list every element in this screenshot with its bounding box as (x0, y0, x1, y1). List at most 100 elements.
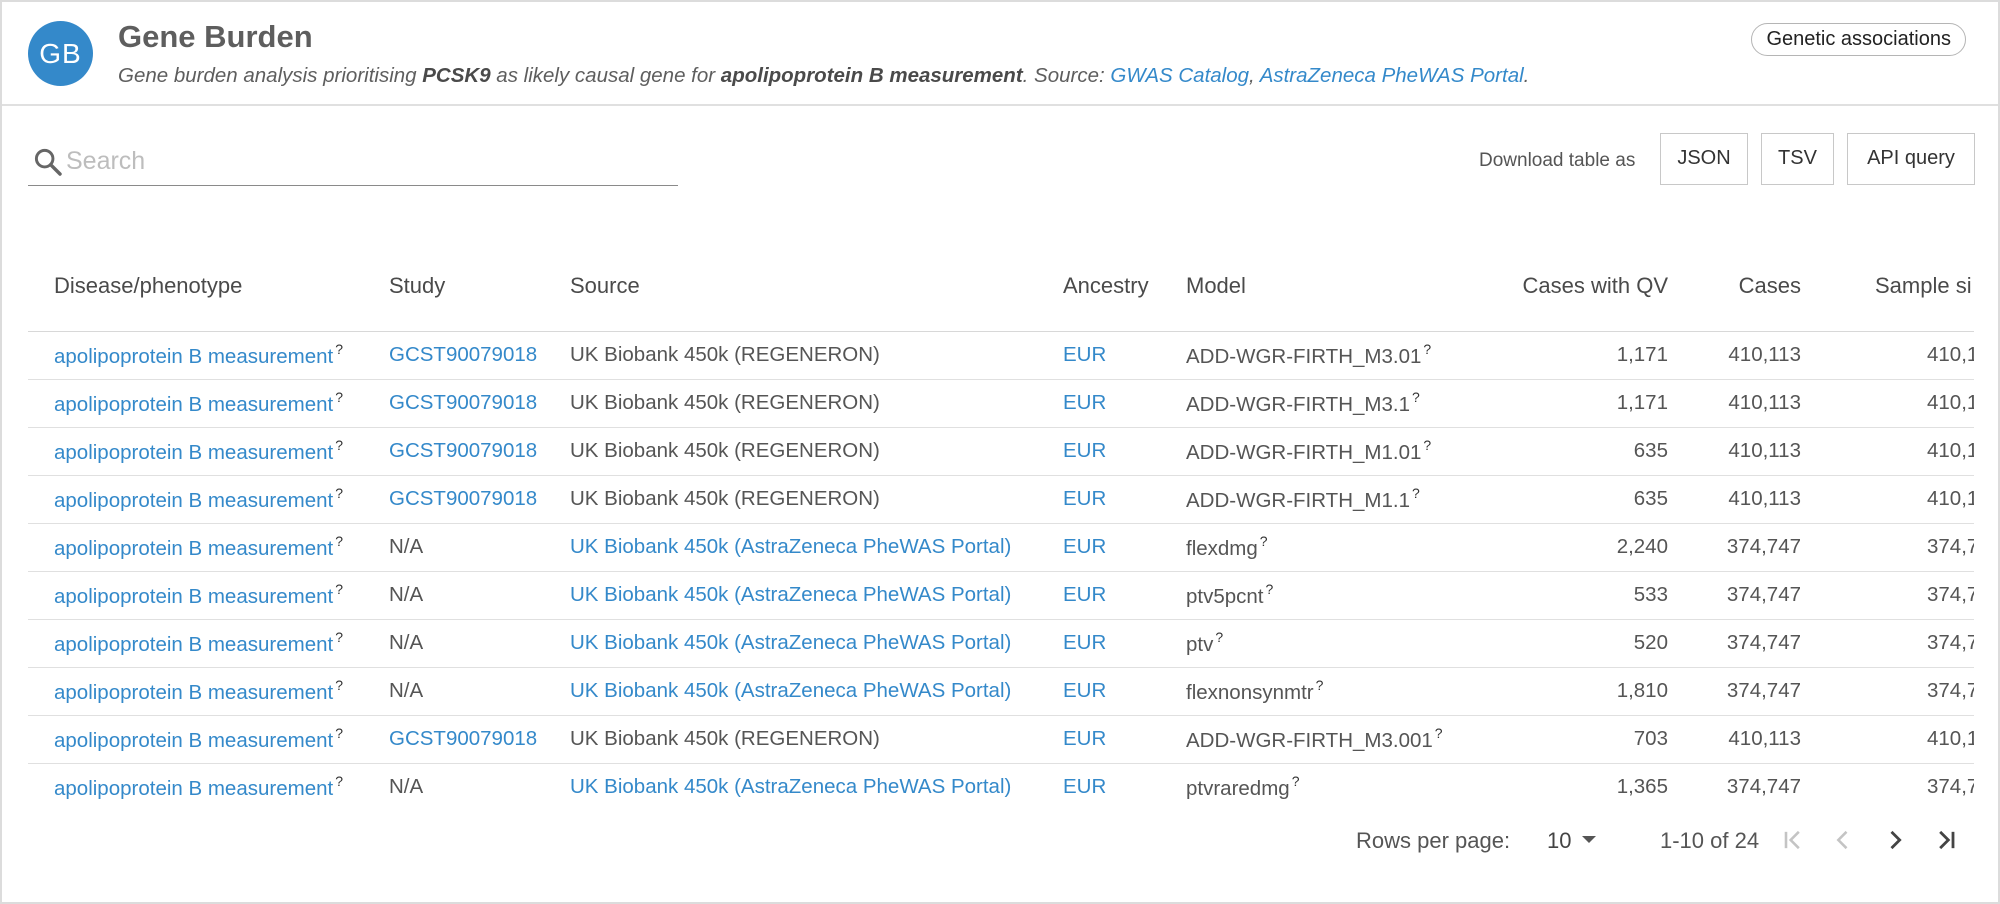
tooltip-help-icon[interactable]: ? (335, 581, 343, 597)
disease-link[interactable]: apolipoprotein B measurement (54, 489, 333, 512)
disease-link[interactable]: apolipoprotein B measurement (54, 585, 333, 608)
column-header-model[interactable]: Model (1160, 242, 1410, 332)
source-link[interactable]: UK Biobank 450k (AstraZeneca PheWAS Port… (570, 535, 1011, 558)
cases-cell: 374,747 (1726, 631, 1801, 654)
ancestry-link[interactable]: EUR (1063, 343, 1106, 366)
tooltip-help-icon[interactable]: ? (1423, 341, 1431, 357)
column-header-source[interactable]: Source (544, 242, 1037, 332)
ancestry-link[interactable]: EUR (1063, 679, 1106, 702)
study-link[interactable]: GCST90079018 (389, 343, 537, 366)
disease-cell: apolipoprotein B measurement? (28, 715, 363, 764)
cases-cell: 410,113 (1728, 487, 1801, 510)
column-header-study[interactable]: Study (363, 242, 544, 332)
gwas-catalog-link[interactable]: GWAS Catalog (1110, 64, 1249, 87)
sample-size-cell: 374,7 (1927, 631, 1974, 654)
genetic-associations-chip[interactable]: Genetic associations (1751, 23, 1966, 56)
disease-link[interactable]: apolipoprotein B measurement (54, 777, 333, 800)
source-cell: UK Biobank 450k (AstraZeneca PheWAS Port… (544, 571, 1037, 620)
disease-link[interactable]: apolipoprotein B measurement (54, 345, 333, 368)
study-link[interactable]: GCST90079018 (389, 391, 537, 414)
study-cell: N/A (363, 523, 544, 572)
cases-with-qv-cell: 520 (1633, 631, 1668, 654)
disease-link[interactable]: apolipoprotein B measurement (54, 729, 333, 752)
tooltip-help-icon[interactable]: ? (335, 677, 343, 693)
column-header-cases[interactable]: Cases (1674, 242, 1807, 332)
study-cell: GCST90079018 (363, 330, 544, 380)
tooltip-help-icon[interactable]: ? (335, 341, 343, 357)
source-link[interactable]: UK Biobank 450k (AstraZeneca PheWAS Port… (570, 583, 1011, 606)
disease-link[interactable]: apolipoprotein B measurement (54, 633, 333, 656)
tooltip-help-icon[interactable]: ? (1435, 725, 1443, 741)
table-row: apolipoprotein B measurement? GCST9007901… (28, 475, 1974, 524)
study-link[interactable]: GCST90079018 (389, 487, 537, 510)
table-row: apolipoprotein B measurement? N/A UK Bioba… (28, 523, 1974, 572)
source-cell: UK Biobank 450k (AstraZeneca PheWAS Port… (544, 763, 1037, 808)
disease-link[interactable]: apolipoprotein B measurement (54, 681, 333, 704)
tooltip-help-icon[interactable]: ? (335, 389, 343, 405)
study-link[interactable]: GCST90079018 (389, 727, 537, 750)
cases-cell: 374,747 (1674, 763, 1807, 808)
cases-cell: 374,747 (1674, 571, 1807, 620)
first-page-icon[interactable] (1779, 826, 1807, 854)
cases-with-qv-cell: 2,240 (1410, 523, 1674, 572)
section-header: GB Gene Burden Gene burden analysis prio… (2, 2, 1998, 106)
tooltip-help-icon[interactable]: ? (1316, 677, 1324, 693)
ancestry-link[interactable]: EUR (1063, 631, 1106, 654)
cases-with-qv-cell: 635 (1633, 439, 1668, 462)
column-header-sample-size[interactable]: Sample si (1807, 242, 1974, 332)
prev-page-icon[interactable] (1829, 826, 1857, 854)
tooltip-help-icon[interactable]: ? (1215, 629, 1223, 645)
source-link[interactable]: UK Biobank 450k (AstraZeneca PheWAS Port… (570, 679, 1011, 702)
table-row: apolipoprotein B measurement? GCST9007901… (28, 379, 1974, 428)
ancestry-link[interactable]: EUR (1063, 391, 1106, 414)
disease-link[interactable]: apolipoprotein B measurement (54, 537, 333, 560)
tooltip-help-icon[interactable]: ? (1412, 485, 1420, 501)
tooltip-help-icon[interactable]: ? (1412, 389, 1420, 405)
tooltip-help-icon[interactable]: ? (1423, 437, 1431, 453)
cases-cell: 410,113 (1674, 715, 1807, 764)
tooltip-help-icon[interactable]: ? (335, 629, 343, 645)
download-tsv-button[interactable]: TSV (1761, 133, 1834, 185)
avatar: GB (28, 21, 93, 86)
tooltip-help-icon[interactable]: ? (335, 485, 343, 501)
next-page-icon[interactable] (1881, 826, 1909, 854)
model-cell: ptv? (1160, 619, 1410, 668)
ancestry-link[interactable]: EUR (1063, 583, 1106, 606)
chevron-down-icon[interactable] (1582, 836, 1596, 843)
ancestry-cell: EUR (1037, 667, 1160, 716)
tooltip-help-icon[interactable]: ? (335, 437, 343, 453)
tooltip-help-icon[interactable]: ? (335, 725, 343, 741)
search-input[interactable] (66, 142, 666, 180)
column-header-disease[interactable]: Disease/phenotype (28, 242, 363, 332)
column-header-cases-with-qv[interactable]: Cases with QV (1410, 242, 1674, 332)
tooltip-help-icon[interactable]: ? (1260, 533, 1268, 549)
study-cell: N/A (389, 679, 424, 702)
column-header-ancestry[interactable]: Ancestry (1037, 242, 1160, 332)
ancestry-link[interactable]: EUR (1063, 535, 1106, 558)
source-link[interactable]: UK Biobank 450k (AstraZeneca PheWAS Port… (570, 631, 1011, 654)
tooltip-help-icon[interactable]: ? (335, 773, 343, 789)
disease-cell: apolipoprotein B measurement? (28, 379, 363, 428)
tooltip-help-icon[interactable]: ? (1266, 581, 1274, 597)
ancestry-link[interactable]: EUR (1063, 727, 1106, 750)
ancestry-link[interactable]: EUR (1063, 775, 1106, 798)
tooltip-help-icon[interactable]: ? (1292, 773, 1300, 789)
ancestry-link[interactable]: EUR (1063, 487, 1106, 510)
tooltip-help-icon[interactable]: ? (335, 533, 343, 549)
astrazeneca-phewas-link[interactable]: AstraZeneca PheWAS Portal (1260, 64, 1524, 87)
rows-per-page-select[interactable]: 10 (1547, 828, 1571, 854)
api-query-button[interactable]: API query (1847, 133, 1975, 185)
table-row: apolipoprotein B measurement? N/A UK Bioba… (28, 667, 1974, 716)
disease-link[interactable]: apolipoprotein B measurement (54, 441, 333, 464)
search-box (28, 140, 678, 186)
study-cell: N/A (389, 583, 424, 606)
sample-size-cell: 410,1 (1927, 439, 1974, 462)
disease-link[interactable]: apolipoprotein B measurement (54, 393, 333, 416)
study-link[interactable]: GCST90079018 (389, 439, 537, 462)
source-link[interactable]: UK Biobank 450k (AstraZeneca PheWAS Port… (570, 775, 1011, 798)
ancestry-link[interactable]: EUR (1063, 439, 1106, 462)
sample-size-cell: 410,1 (1807, 475, 1974, 524)
download-json-button[interactable]: JSON (1660, 133, 1748, 185)
study-cell: N/A (389, 775, 424, 798)
last-page-icon[interactable] (1932, 826, 1960, 854)
